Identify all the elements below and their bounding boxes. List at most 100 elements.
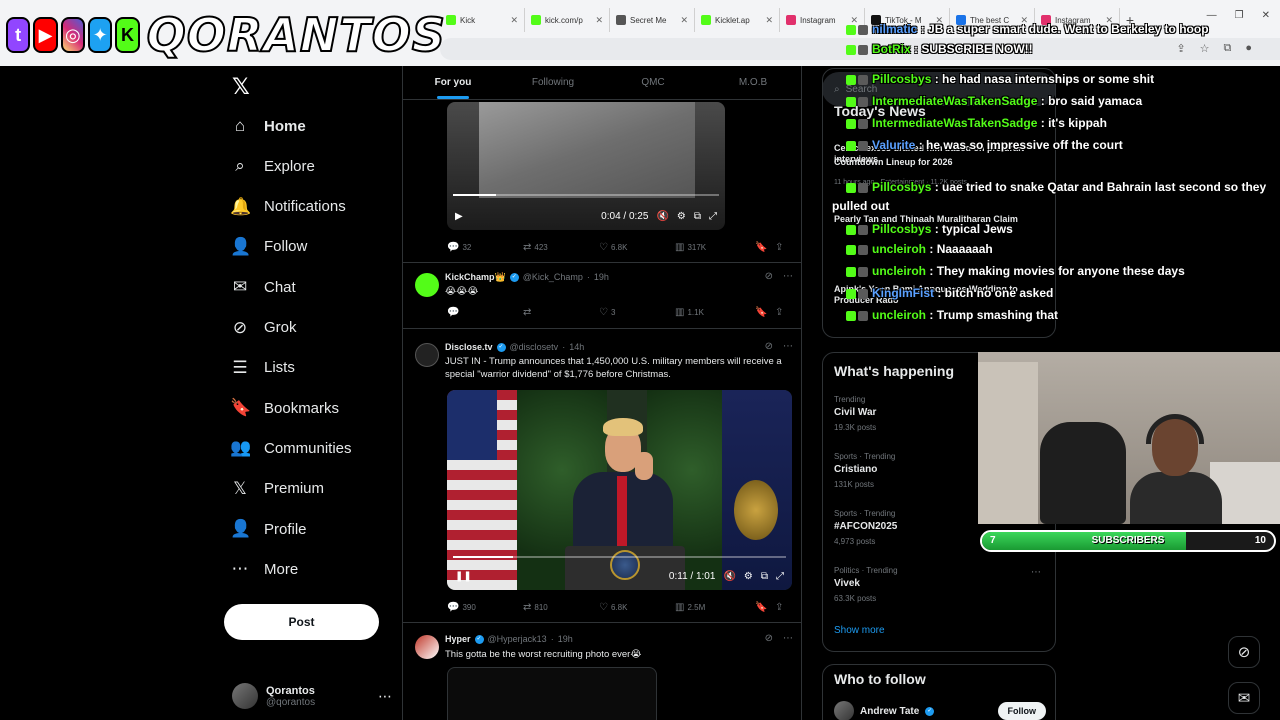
trend-name[interactable]: Civil War — [834, 407, 876, 418]
avatar[interactable] — [415, 635, 439, 659]
video-progress-bar[interactable] — [453, 194, 719, 196]
like-button[interactable]: ♡ 6.8K — [599, 602, 675, 613]
reply-button[interactable]: 💬 — [447, 307, 523, 318]
pip-icon[interactable]: ⧉ — [694, 211, 701, 222]
grok-fab-icon[interactable]: ⊘ — [1228, 636, 1260, 668]
close-tab-icon[interactable]: ✕ — [765, 15, 773, 26]
grok-icon[interactable]: ⊘ — [765, 633, 773, 644]
fullscreen-icon[interactable]: ⤢ — [776, 571, 784, 582]
chat-username[interactable]: uncleiroh — [872, 264, 926, 278]
like-button[interactable]: ♡ 3 — [599, 307, 675, 318]
sidebar-item-profile[interactable]: 👤 Profile — [230, 514, 307, 544]
mute-icon[interactable]: 🔇 — [656, 211, 668, 222]
settings-icon[interactable]: ⚙ — [744, 571, 753, 582]
reply-button[interactable]: 💬 390 — [447, 602, 523, 613]
avatar[interactable] — [415, 273, 439, 297]
follow-button[interactable]: Follow — [997, 702, 1046, 720]
chat-username[interactable]: Valurite — [872, 138, 915, 152]
pip-icon[interactable]: ⧉ — [761, 571, 768, 582]
like-button[interactable]: ♡ 6.8K — [599, 242, 675, 253]
sidebar-item-bookmarks[interactable]: 🔖 Bookmarks — [230, 393, 339, 423]
tweet[interactable]: Hyper ✓ @Hyperjack13 · 19h ⊘ ⋯ This gott… — [403, 622, 801, 720]
tweet[interactable]: KickChamp👑 ✓ @Kick_Champ · 19h ⊘ ⋯ 😭😭😭 💬… — [403, 262, 801, 328]
chat-username[interactable]: IntermediateWasTakenSadge — [872, 94, 1037, 108]
author-name[interactable]: KickChamp👑 — [445, 272, 506, 283]
more-icon[interactable]: ⋯ — [378, 688, 392, 705]
repost-button[interactable]: ⇄ 423 — [523, 242, 599, 253]
sidebar-item-grok[interactable]: ⊘ Grok — [230, 313, 297, 343]
grok-icon[interactable]: ⊘ — [765, 341, 773, 352]
suggestion-name[interactable]: Andrew Tate — [860, 706, 919, 717]
x-logo-icon[interactable]: 𝕏 — [232, 74, 250, 100]
mute-icon[interactable]: 🔇 — [723, 571, 735, 582]
video-player[interactable]: ▶ 0:04 / 0:25 🔇 ⚙ ⧉ ⤢ — [447, 102, 725, 230]
sidebar-item-lists[interactable]: ☰ Lists — [230, 353, 294, 383]
repost-button[interactable]: ⇄ 810 — [523, 602, 599, 613]
fullscreen-icon[interactable]: ⤢ — [709, 211, 717, 222]
trend-name[interactable]: Cristiano — [834, 464, 877, 475]
show-more-link[interactable]: Show more — [834, 625, 885, 636]
chat-username[interactable]: uncleiroh — [872, 308, 926, 322]
video-progress-bar[interactable] — [453, 556, 786, 558]
bookmark-button[interactable]: 🔖 — [755, 307, 775, 318]
chat-username[interactable]: nilmatic — [872, 22, 917, 36]
more-icon[interactable]: ⋯ — [783, 341, 793, 352]
views-button[interactable]: ▥ 317K — [675, 242, 755, 253]
author-name[interactable]: Hyper — [445, 634, 471, 644]
tab-qmc[interactable]: QMC — [603, 66, 703, 99]
views-button[interactable]: ▥ 2.5M — [675, 602, 755, 613]
views-button[interactable]: ▥ 1.1K — [675, 307, 755, 318]
chat-username[interactable]: IntermediateWasTakenSadge — [872, 116, 1037, 130]
avatar[interactable] — [834, 701, 854, 720]
trend-name[interactable]: #AFCON2025 — [834, 521, 897, 532]
author-name[interactable]: Disclose.tv — [445, 342, 493, 352]
trend-name[interactable]: Vivek — [834, 578, 860, 589]
author-handle[interactable]: @disclosetv — [510, 342, 559, 352]
avatar[interactable] — [415, 343, 439, 367]
account-switcher[interactable]: Qorantos @qorantos ⋯ — [232, 680, 392, 712]
reply-button[interactable]: 💬 32 — [447, 242, 523, 253]
tweet-image[interactable] — [447, 667, 657, 720]
chat-username[interactable]: Pillcosbys — [872, 72, 931, 86]
close-tab-icon[interactable]: ✕ — [680, 15, 688, 26]
post-button[interactable]: Post — [224, 604, 379, 640]
sidebar-item-more[interactable]: ⋯ More — [230, 554, 299, 584]
sidebar-item-premium[interactable]: 𝕏 Premium — [230, 474, 324, 504]
sidebar-item-communities[interactable]: 👥 Communities — [230, 433, 352, 463]
play-icon[interactable]: ▶ — [455, 211, 463, 222]
tab-mob[interactable]: M.O.B — [703, 66, 801, 99]
share-button[interactable]: ⇪ — [775, 242, 783, 253]
chat-username[interactable]: BotRix — [872, 42, 911, 56]
tab-for-you[interactable]: For you — [403, 66, 503, 99]
video-player[interactable]: ❚❚ 0:11 / 1:01 🔇 ⚙ ⧉ ⤢ — [447, 390, 792, 590]
browser-tab[interactable]: Secret Me ✕ — [610, 8, 695, 32]
sidebar-item-notifications[interactable]: 🔔 Notifications — [230, 192, 346, 222]
more-icon[interactable]: ⋯ — [783, 271, 793, 282]
close-tab-icon[interactable]: ✕ — [510, 15, 518, 26]
tab-following[interactable]: Following — [503, 66, 603, 99]
author-handle[interactable]: @Kick_Champ — [523, 272, 583, 282]
messages-fab-icon[interactable]: ✉ — [1228, 682, 1260, 714]
chat-username[interactable]: uncleiroh — [872, 242, 926, 256]
sidebar-item-home[interactable]: ⌂ Home — [230, 111, 306, 141]
grok-icon[interactable]: ⊘ — [765, 271, 773, 282]
bookmark-button[interactable]: 🔖 — [755, 242, 775, 253]
sidebar-item-explore[interactable]: ⌕ Explore — [230, 151, 315, 181]
browser-tab[interactable]: Kick ✕ — [440, 8, 525, 32]
share-button[interactable]: ⇪ — [775, 307, 783, 318]
more-icon[interactable]: ⋯ — [783, 633, 793, 644]
sidebar-item-chat[interactable]: ✉ Chat — [230, 272, 296, 302]
sidebar-item-follow[interactable]: 👤 Follow — [230, 232, 307, 262]
browser-tab[interactable]: kick.com/p ✕ — [525, 8, 610, 32]
chat-username[interactable]: Pillcosbys — [872, 180, 931, 194]
close-tab-icon[interactable]: ✕ — [595, 15, 603, 26]
chat-username[interactable]: Pillcosbys — [872, 222, 931, 236]
bookmark-button[interactable]: 🔖 — [755, 602, 775, 613]
chat-username[interactable]: KingImFist — [872, 286, 934, 300]
pause-icon[interactable]: ❚❚ — [455, 571, 472, 582]
author-handle[interactable]: @Hyperjack13 — [488, 634, 547, 644]
more-icon[interactable]: ⋯ — [1031, 567, 1041, 578]
settings-icon[interactable]: ⚙ — [677, 211, 686, 222]
browser-tab[interactable]: Kicklet.ap ✕ — [695, 8, 780, 32]
repost-button[interactable]: ⇄ — [523, 307, 599, 318]
